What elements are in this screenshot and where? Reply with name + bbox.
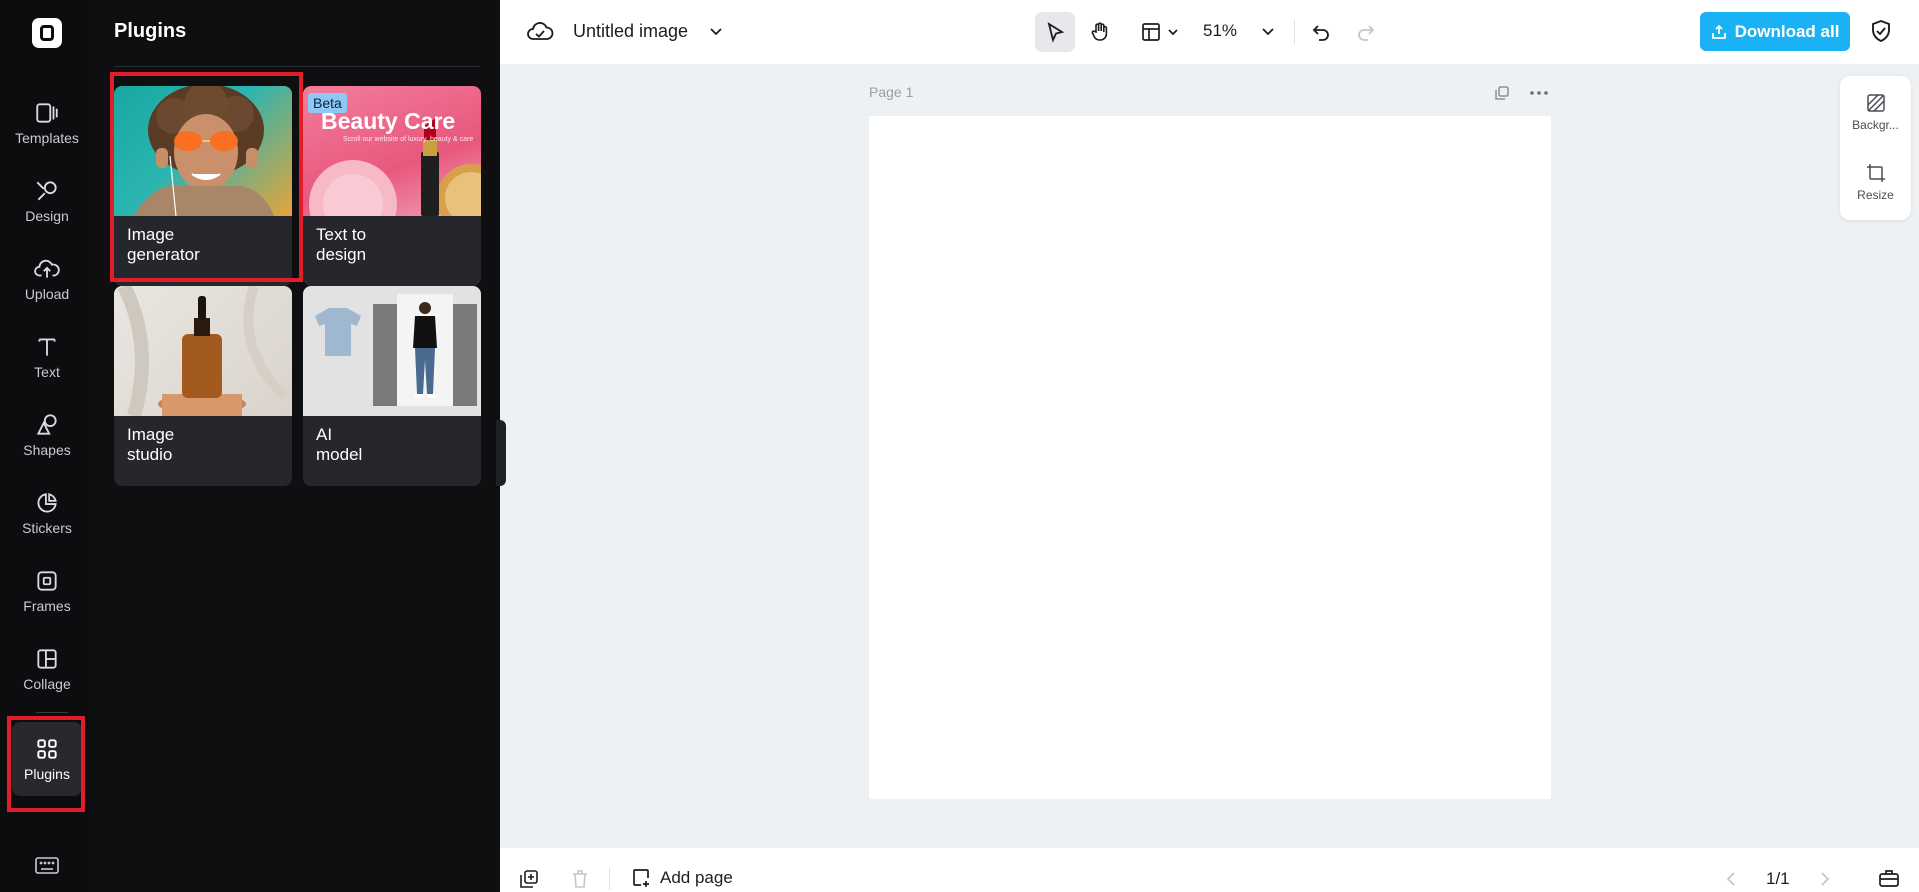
- sidebar-item-label: Design: [25, 208, 69, 224]
- trash-icon[interactable]: [569, 868, 591, 890]
- sidebar-item-templates[interactable]: Templates: [0, 100, 94, 172]
- sidebar-item-label: Stickers: [22, 520, 72, 536]
- chevron-down-icon: [1168, 29, 1178, 36]
- fashion-model-image: [315, 294, 477, 406]
- sidebar-item-label: Collage: [23, 676, 71, 692]
- chevron-down-icon[interactable]: [707, 24, 725, 40]
- ai-model-thumbnail: [303, 286, 481, 416]
- sidebar-item-frames[interactable]: Frames: [0, 568, 94, 640]
- keyboard-icon[interactable]: [34, 856, 60, 876]
- sidebar-item-upload[interactable]: Upload: [0, 256, 94, 328]
- undo-button[interactable]: [1305, 16, 1337, 48]
- add-page-copy-icon[interactable]: [518, 868, 540, 890]
- sidebar-item-label: Upload: [24, 286, 70, 302]
- plugins-highlight-box: [7, 716, 85, 812]
- image-generator-highlight-box: [110, 72, 303, 282]
- rail-divider: [36, 712, 68, 713]
- sidebar-item-label: Templates: [15, 130, 79, 146]
- plugin-card-label: Text to design: [316, 225, 367, 264]
- download-all-button[interactable]: Download all: [1700, 12, 1850, 51]
- sidebar-item-stickers[interactable]: Stickers: [0, 490, 94, 562]
- select-tool-button[interactable]: [1035, 12, 1075, 52]
- layout-tool-button[interactable]: [1132, 12, 1188, 52]
- panel-collapse-handle[interactable]: [496, 420, 506, 486]
- undo-icon: [1312, 25, 1329, 41]
- shield-check-icon[interactable]: [1868, 18, 1894, 44]
- add-page-button[interactable]: Add page: [630, 864, 733, 892]
- design-icon: [36, 181, 57, 201]
- zoom-chevron-down-icon[interactable]: [1258, 22, 1278, 42]
- upload-icon: [34, 259, 60, 278]
- add-page-label: Add page: [660, 868, 733, 887]
- resize-label: Resize: [1857, 188, 1894, 202]
- right-tools-panel: Backgr... Resize: [1840, 76, 1911, 220]
- bottom-separator: [609, 868, 610, 890]
- serum-bottle-image: [117, 286, 288, 416]
- export-icon: [1711, 24, 1726, 39]
- frames-icon: [37, 571, 57, 591]
- cloud-save-icon[interactable]: [526, 20, 554, 44]
- stickers-icon: [37, 493, 57, 513]
- sidebar-item-text[interactable]: Text: [0, 334, 94, 406]
- briefcase-icon[interactable]: [1877, 866, 1901, 890]
- zoom-level[interactable]: 51%: [1203, 21, 1237, 41]
- chevron-left-icon[interactable]: [1720, 868, 1742, 890]
- plugin-card-text-to-design[interactable]: Beta Beauty Care Scroll our website of l…: [303, 86, 481, 286]
- layout-icon: [1142, 23, 1160, 41]
- resize-button[interactable]: Resize: [1840, 162, 1911, 202]
- sidebar-item-label: Text: [34, 364, 60, 380]
- image-studio-thumbnail: [114, 286, 292, 416]
- sidebar-item-shapes[interactable]: Shapes: [0, 412, 94, 484]
- plugin-card-ai-model[interactable]: AI model: [303, 286, 481, 486]
- plugin-card-image-studio[interactable]: Image studio: [114, 286, 292, 486]
- redo-icon: [1358, 25, 1375, 41]
- panel-divider: [114, 66, 480, 67]
- templates-icon: [36, 103, 58, 123]
- text-icon: [38, 338, 56, 356]
- plugin-card-label: AI model: [316, 425, 363, 464]
- download-all-label: Download all: [1734, 21, 1840, 41]
- more-options-icon[interactable]: [1527, 84, 1551, 102]
- background-icon: [1866, 94, 1885, 112]
- hand-icon: [1091, 22, 1108, 41]
- collage-icon: [37, 649, 57, 669]
- panel-title: Plugins: [114, 20, 187, 42]
- sidebar-item-label: Frames: [23, 598, 71, 614]
- page-label: Page 1: [869, 84, 914, 100]
- beauty-care-subtitle: Scroll our website of luxury, beauty & c…: [343, 136, 474, 143]
- app-logo-icon[interactable]: [32, 18, 62, 48]
- document-title[interactable]: Untitled image: [573, 21, 688, 42]
- resize-icon: [1866, 164, 1885, 182]
- text-to-design-thumbnail: Beta Beauty Care Scroll our website of l…: [303, 86, 481, 216]
- toolbar-separator: [1294, 20, 1295, 44]
- pointer-arrow-icon: [1047, 22, 1065, 43]
- shapes-icon: [36, 414, 57, 435]
- background-label: Backgr...: [1852, 118, 1899, 132]
- sidebar-item-label: Shapes: [23, 442, 71, 458]
- beauty-care-title: Beauty Care: [321, 108, 456, 134]
- sidebar-item-collage[interactable]: Collage: [0, 646, 94, 718]
- redo-button[interactable]: [1350, 16, 1382, 48]
- chevron-right-icon[interactable]: [1814, 868, 1836, 890]
- background-button[interactable]: Backgr...: [1840, 92, 1911, 132]
- page-canvas[interactable]: [869, 116, 1551, 799]
- plugin-card-label: Image studio: [127, 425, 175, 464]
- duplicate-page-icon[interactable]: [1493, 84, 1511, 102]
- hand-tool-button[interactable]: [1080, 12, 1120, 52]
- add-page-icon: [633, 869, 649, 887]
- page-counter: 1/1: [1766, 869, 1790, 888]
- sidebar-item-design[interactable]: Design: [0, 178, 94, 250]
